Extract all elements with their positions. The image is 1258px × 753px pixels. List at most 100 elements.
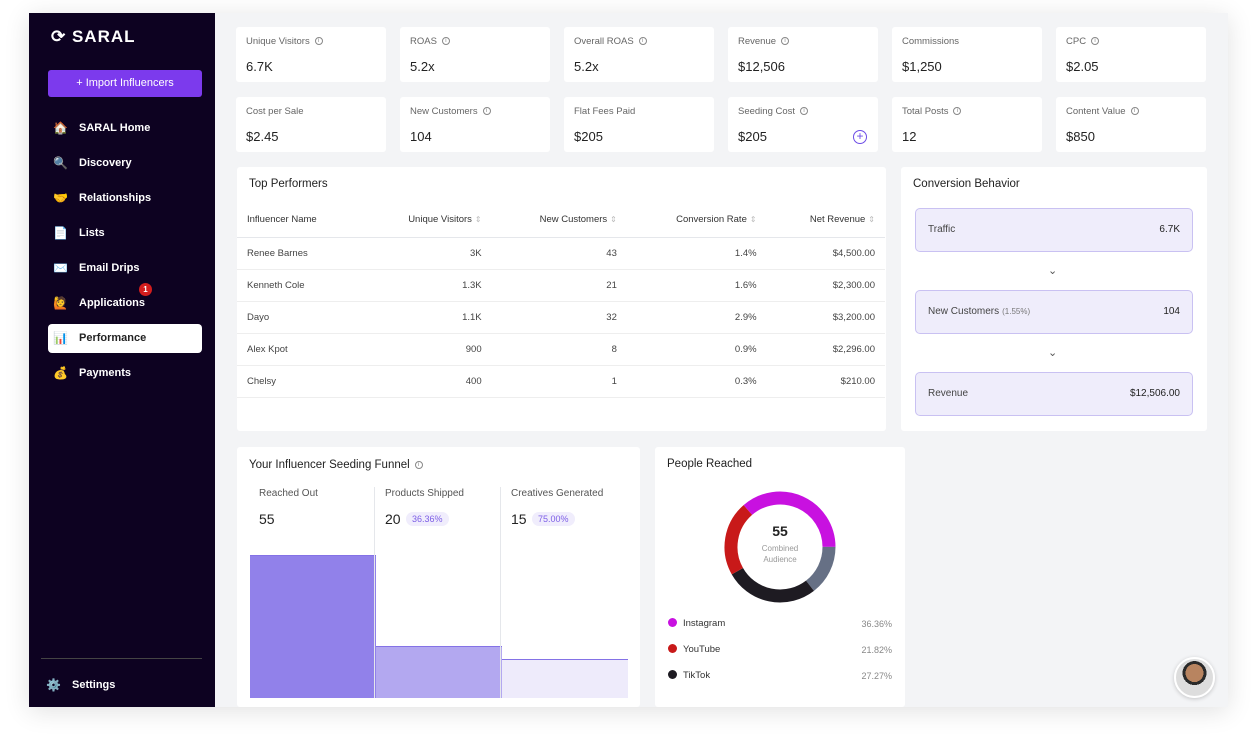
info-icon[interactable]: i [441,37,450,46]
nav-icon: 📊 [53,331,68,345]
table-row[interactable]: Alex Kpot 900 8 0.9% $2,296.00 [237,333,885,366]
sidebar-item-applications[interactable]: 🙋 Applications 1 [48,283,202,318]
info-icon[interactable]: i [1091,37,1100,46]
table-cell: Renee Barnes [237,237,362,270]
sidebar-item-lists[interactable]: 📄 Lists [48,219,202,248]
column-header[interactable]: New Customers ⇕ [491,203,627,238]
logo-icon: ⟳ [51,27,72,46]
stat-label: Content Value i [1066,106,1139,117]
info-icon[interactable]: i [781,37,790,46]
stat-value: $2.45 [246,129,279,144]
sidebar-item-email-drips[interactable]: ✉️ Email Drips [48,254,202,283]
sidebar-item-performance[interactable]: 📊 Performance [48,324,202,353]
stat-card: Flat Fees Paid $205 [564,97,714,152]
info-icon[interactable]: i [800,107,809,116]
donut-label: Combined [761,544,799,553]
sidebar-item-discovery[interactable]: 🔍 Discovery [48,149,202,178]
sort-icon[interactable]: ⇕ [868,215,875,224]
sort-icon[interactable]: ⇕ [750,215,757,224]
sidebar-item-label: Payments [79,367,131,379]
table-cell: Alex Kpot [237,333,362,366]
conversion-step: Revenue $12,506.00 [915,372,1193,416]
nav-icon: 💰 [53,366,68,380]
card-title: Conversion Behavior [913,178,1020,190]
sort-icon[interactable]: ⇕ [475,215,482,224]
conversion-step: New Customers (1.55%) 104 [915,290,1193,334]
sidebar-item-relationships[interactable]: 🤝 Relationships [48,184,202,213]
step-value: 104 [1163,306,1180,317]
stat-card: ROAS i 5.2x [400,27,550,82]
stat-label: Seeding Cost i [738,106,809,117]
table-cell: 0.3% [626,365,767,398]
funnel-stage-label: Products Shipped [385,488,464,499]
table-cell: Kenneth Cole [237,269,362,302]
conversion-step: Traffic 6.7K [915,208,1193,252]
stat-label: CPC i [1066,36,1100,47]
donut-total: 55 [772,523,788,539]
sort-icon[interactable]: ⇕ [610,215,617,224]
column-header[interactable]: Net Revenue ⇕ [766,203,885,238]
table-cell: 1.4% [626,237,767,270]
table-cell: 1.1K [361,301,492,334]
info-icon[interactable]: i [482,107,491,116]
table-cell: 1.3K [361,269,492,302]
info-icon[interactable]: i [638,37,647,46]
legend-item-instagram: Instagram [668,618,725,629]
stat-value: 104 [410,129,432,144]
legend-dot [668,670,677,679]
nav-icon: 🔍 [53,156,68,170]
step-label: Revenue [928,388,969,399]
funnel-stage-label: Creatives Generated [511,488,604,499]
chevron-down-icon: ⌄ [1048,265,1058,277]
table-cell: 1 [491,365,627,398]
funnel-stage-value: 15 [511,511,527,527]
column-header[interactable]: Influencer Name [237,203,362,238]
legend-dot [668,644,677,653]
sidebar-item-label: Applications [79,297,146,309]
stat-value: $1,250 [902,59,942,74]
table-cell: $2,300.00 [766,269,885,302]
donut-slice-tiktok[interactable] [731,567,814,603]
stat-card: Revenue i $12,506 [728,27,878,82]
card-title: Top Performers [249,178,328,190]
sidebar-item-payments[interactable]: 💰 Payments [48,359,202,388]
stat-value: $12,506 [738,59,785,74]
add-seeding-cost-button[interactable]: + [853,130,867,144]
stat-label: ROAS i [410,36,450,47]
funnel-stage-value: 20 [385,511,401,527]
table-row[interactable]: Chelsy 400 1 0.3% $210.00 [237,365,885,398]
column-header[interactable]: Unique Visitors ⇕ [361,203,492,238]
stat-label: Flat Fees Paid [574,106,636,117]
info-icon[interactable]: i [953,107,962,116]
user-avatar[interactable] [1174,657,1215,698]
sidebar-item-label: Relationships [79,192,152,204]
column-header[interactable]: Conversion Rate ⇕ [626,203,767,238]
info-icon[interactable]: i [1130,107,1139,116]
table-row[interactable]: Dayo 1.1K 32 2.9% $3,200.00 [237,301,885,334]
stat-value: 12 [902,129,917,144]
funnel-stage-label: Reached Out [259,488,318,499]
people-reached-card: People Reached 55 Combined Audience Inst… [655,447,905,707]
top-performers-table: Influencer Name Unique Visitors ⇕ New Custo… [237,203,885,398]
nav-icon: ✉️ [53,261,68,275]
conversion-pill: 36.36% [406,512,449,526]
divider [374,487,375,698]
stat-value: 5.2x [574,59,599,74]
nav-icon: 🏠 [53,121,68,135]
table-row[interactable]: Kenneth Cole 1.3K 21 1.6% $2,300.00 [237,269,885,302]
conversion-pill: 75.00% [532,512,575,526]
sidebar-item-label: Lists [79,227,105,239]
sidebar-item-saral-home[interactable]: 🏠 SARAL Home [48,114,202,143]
sidebar-item-settings[interactable]: ⚙️ Settings [41,671,195,700]
stat-card: Seeding Cost i $205 + [728,97,878,152]
table-cell: $210.00 [766,365,885,398]
import-influencers-button[interactable]: + Import Influencers [48,70,202,97]
saral-logo[interactable]: ⟳ SARAL [51,27,136,47]
table-row[interactable]: Renee Barnes 3K 43 1.4% $4,500.00 [237,237,885,270]
divider [500,487,501,698]
info-icon[interactable]: i [414,460,423,469]
top-performers-card: Top Performers Influencer Name Unique Vis… [237,167,886,431]
table-cell: 3K [361,237,492,270]
stat-label: Total Posts i [902,106,962,117]
info-icon[interactable]: i [314,37,323,46]
